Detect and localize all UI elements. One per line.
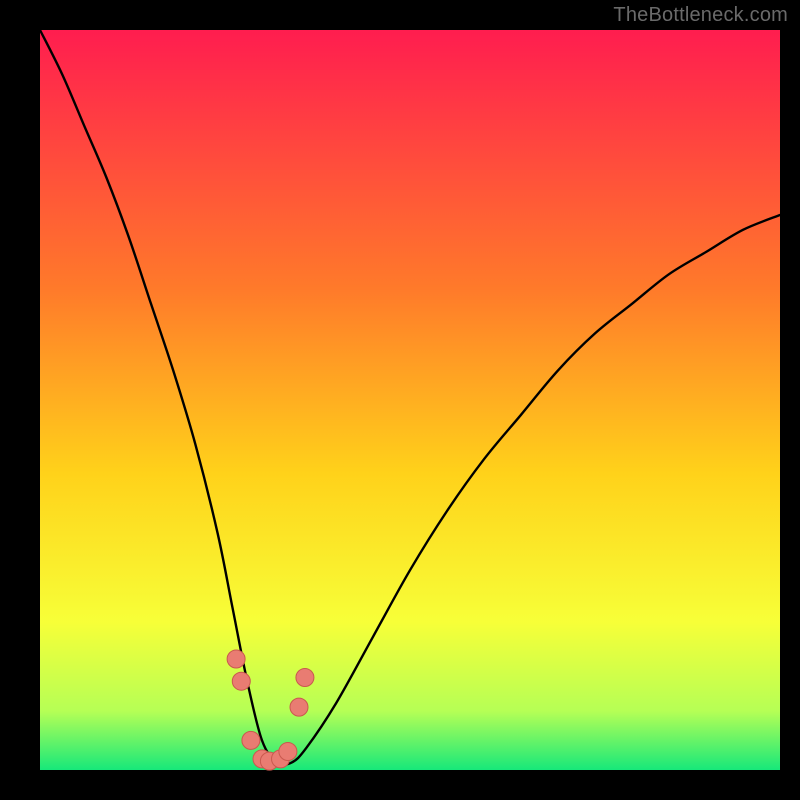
marker-dot <box>296 669 314 687</box>
marker-dot <box>232 672 250 690</box>
marker-dot <box>242 731 260 749</box>
marker-dot <box>227 650 245 668</box>
chart-stage: TheBottleneck.com <box>0 0 800 800</box>
watermark-text: TheBottleneck.com <box>613 4 788 27</box>
bottleneck-chart <box>0 0 800 800</box>
marker-dot <box>279 743 297 761</box>
plot-background <box>40 30 780 770</box>
marker-dot <box>290 698 308 716</box>
